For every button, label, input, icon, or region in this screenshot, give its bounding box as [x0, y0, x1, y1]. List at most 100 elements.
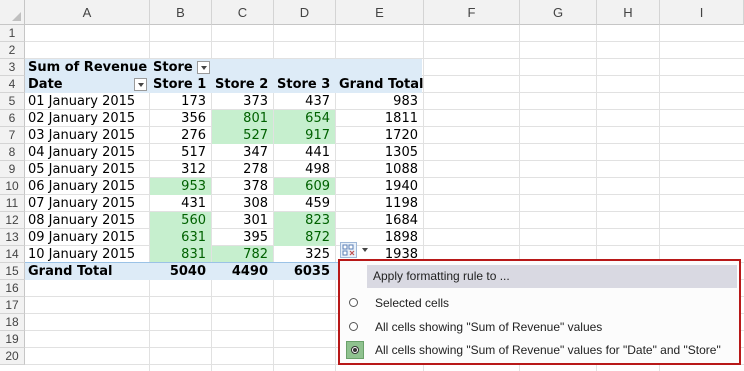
row-header-7[interactable]: 7	[0, 127, 25, 144]
date-cell[interactable]: 06 January 2015	[25, 178, 150, 195]
row-header-11[interactable]: 11	[0, 195, 25, 212]
date-cell[interactable]: 07 January 2015	[25, 195, 150, 212]
chevron-down-icon[interactable]	[362, 248, 368, 252]
value-cell[interactable]: 308	[212, 195, 273, 212]
column-header-b[interactable]: B	[150, 0, 212, 25]
grand-total-value[interactable]: 6035	[274, 263, 335, 280]
radio-selected-icon[interactable]	[346, 341, 364, 359]
date-cell[interactable]: 01 January 2015	[25, 93, 150, 110]
value-field-label[interactable]: Sum of Revenue	[25, 59, 150, 76]
row-header-1[interactable]: 1	[0, 25, 25, 42]
row-header-16[interactable]: 16	[0, 280, 25, 297]
column-header-a[interactable]: A	[25, 0, 150, 25]
row-header-19[interactable]: 19	[0, 331, 25, 348]
column-header-d[interactable]: D	[274, 0, 336, 25]
value-cell[interactable]: 498	[274, 161, 335, 178]
store-header[interactable]: Store 1	[150, 76, 212, 93]
date-cell[interactable]: 05 January 2015	[25, 161, 150, 178]
row-total-cell[interactable]: 983	[336, 93, 423, 110]
value-cell[interactable]: 378	[212, 178, 273, 195]
grand-total-value[interactable]: 5040	[150, 263, 211, 280]
value-cell[interactable]: 801	[212, 110, 273, 127]
value-cell[interactable]: 654	[274, 110, 335, 127]
column-header-g[interactable]: G	[520, 0, 597, 25]
row-header-18[interactable]: 18	[0, 314, 25, 331]
column-header-i[interactable]: I	[660, 0, 744, 25]
value-cell[interactable]: 782	[212, 246, 273, 263]
row-header-12[interactable]: 12	[0, 212, 25, 229]
row-header-15[interactable]: 15	[0, 263, 25, 280]
row-header-14[interactable]: 14	[0, 246, 25, 263]
radio-icon[interactable]	[349, 298, 358, 307]
row-header-8[interactable]: 8	[0, 144, 25, 161]
column-header-e[interactable]: E	[336, 0, 424, 25]
value-cell[interactable]: 431	[150, 195, 211, 212]
date-cell[interactable]: 03 January 2015	[25, 127, 150, 144]
column-header-c[interactable]: C	[212, 0, 274, 25]
value-cell[interactable]: 872	[274, 229, 335, 246]
row-total-cell[interactable]: 1940	[336, 178, 423, 195]
value-cell[interactable]: 373	[212, 93, 273, 110]
value-cell[interactable]: 276	[150, 127, 211, 144]
option-all-sum-of-revenue[interactable]: All cells showing "Sum of Revenue" value…	[342, 316, 739, 338]
formatting-options-button[interactable]	[340, 242, 374, 259]
row-header-2[interactable]: 2	[0, 42, 25, 59]
row-header-6[interactable]: 6	[0, 110, 25, 127]
value-cell[interactable]: 517	[150, 144, 211, 161]
row-total-cell[interactable]: 1811	[336, 110, 423, 127]
grand-total-label[interactable]: Grand Total	[25, 263, 150, 280]
value-cell[interactable]: 312	[150, 161, 211, 178]
row-total-cell[interactable]: 1088	[336, 161, 423, 178]
value-cell[interactable]: 325	[274, 246, 335, 263]
row-header-10[interactable]: 10	[0, 178, 25, 195]
row-header-3[interactable]: 3	[0, 59, 25, 76]
row-header-4[interactable]: 4	[0, 76, 25, 93]
value-cell[interactable]: 356	[150, 110, 211, 127]
value-cell[interactable]: 395	[212, 229, 273, 246]
value-cell[interactable]: 347	[212, 144, 273, 161]
formatting-options-icon[interactable]	[340, 242, 357, 258]
grand-total-value[interactable]: 4490	[212, 263, 273, 280]
value-cell[interactable]: 459	[274, 195, 335, 212]
row-header-5[interactable]: 5	[0, 93, 25, 110]
grand-total-header[interactable]: Grand Total	[336, 76, 424, 93]
value-cell[interactable]: 527	[212, 127, 273, 144]
value-cell[interactable]: 437	[274, 93, 335, 110]
select-all-corner[interactable]	[0, 0, 25, 25]
store-header[interactable]: Store 3	[274, 76, 336, 93]
column-header-h[interactable]: H	[597, 0, 660, 25]
column-filter-dropdown[interactable]	[197, 61, 210, 74]
row-field-label[interactable]: Date	[25, 76, 125, 93]
value-cell[interactable]: 609	[274, 178, 335, 195]
row-header-17[interactable]: 17	[0, 297, 25, 314]
value-cell[interactable]: 917	[274, 127, 335, 144]
option-sum-of-revenue-for-date-and-store[interactable]: All cells showing "Sum of Revenue" value…	[342, 339, 739, 361]
row-header-13[interactable]: 13	[0, 229, 25, 246]
column-header-f[interactable]: F	[424, 0, 520, 25]
date-cell[interactable]: 02 January 2015	[25, 110, 150, 127]
row-total-cell[interactable]: 1198	[336, 195, 423, 212]
value-cell[interactable]: 953	[150, 178, 211, 195]
value-cell[interactable]: 560	[150, 212, 211, 229]
store-header[interactable]: Store 2	[212, 76, 274, 93]
column-field-label[interactable]: Store	[150, 59, 200, 76]
row-header-9[interactable]: 9	[0, 161, 25, 178]
date-cell[interactable]: 10 January 2015	[25, 246, 150, 263]
option-selected-cells[interactable]: Selected cells	[342, 292, 739, 314]
value-cell[interactable]: 631	[150, 229, 211, 246]
date-cell[interactable]: 04 January 2015	[25, 144, 150, 161]
date-cell[interactable]: 08 January 2015	[25, 212, 150, 229]
value-cell[interactable]: 441	[274, 144, 335, 161]
radio-icon[interactable]	[349, 322, 358, 331]
row-total-cell[interactable]: 1684	[336, 212, 423, 229]
value-cell[interactable]: 278	[212, 161, 273, 178]
row-total-cell[interactable]: 1720	[336, 127, 423, 144]
value-cell[interactable]: 831	[150, 246, 211, 263]
value-cell[interactable]: 173	[150, 93, 211, 110]
value-cell[interactable]: 301	[212, 212, 273, 229]
date-cell[interactable]: 09 January 2015	[25, 229, 150, 246]
value-cell[interactable]: 823	[274, 212, 335, 229]
row-header-20[interactable]: 20	[0, 348, 25, 365]
row-filter-dropdown[interactable]	[134, 78, 147, 91]
row-total-cell[interactable]: 1305	[336, 144, 423, 161]
